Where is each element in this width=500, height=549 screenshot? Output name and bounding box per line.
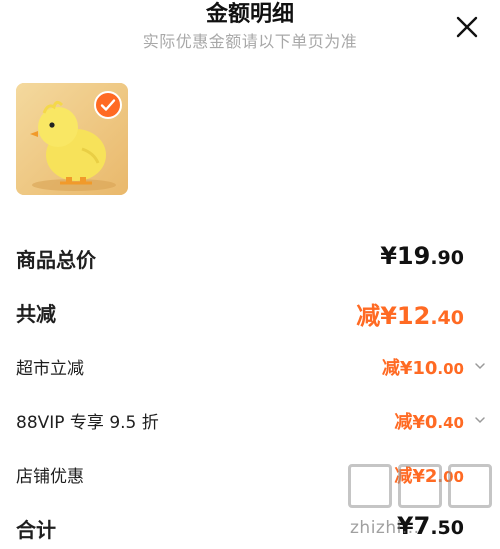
chevron-down-icon[interactable] (474, 414, 486, 426)
close-icon[interactable] (452, 12, 482, 42)
total-price-label: 商品总价 (16, 248, 96, 272)
total-discount-value: 减¥12.40 (356, 302, 464, 330)
supermarket-discount-label: 超市立减 (16, 359, 84, 379)
supermarket-discount-value: 减¥10.00 (381, 358, 464, 379)
store-discount-label: 店铺优惠 (16, 467, 84, 487)
row-supermarket-discount[interactable]: 超市立减 减¥10.00 (0, 352, 500, 382)
store-discount-value: 减¥2.00 (394, 466, 464, 487)
sheet-header: 金额明细 实际优惠金额请以下单页为准 (0, 0, 500, 60)
checkmark-icon (100, 99, 116, 111)
88vip-discount-value: 减¥0.40 (394, 412, 464, 433)
row-total-discount: 共减 减¥12.40 (0, 294, 500, 330)
selected-checkmark (94, 91, 122, 119)
88vip-discount-label: 88VIP 专享 9.5 折 (16, 413, 159, 433)
sheet-subtitle: 实际优惠金额请以下单页为准 (142, 32, 358, 51)
total-price-value: ¥19.90 (380, 242, 464, 270)
row-sum: 合计 ¥7.50 (0, 512, 500, 546)
row-store-discount[interactable]: 店铺优惠 减¥2.00 (0, 460, 500, 490)
total-discount-label: 共减 (16, 302, 56, 326)
sheet-title: 金额明细 (205, 2, 294, 27)
row-total-price: 商品总价 ¥19.90 (0, 240, 500, 276)
sum-label: 合计 (16, 518, 56, 542)
sum-value: ¥7.50 (396, 512, 464, 540)
row-88vip-discount[interactable]: 88VIP 专享 9.5 折 减¥0.40 (0, 406, 500, 436)
product-thumbnail[interactable] (16, 83, 128, 195)
chevron-down-icon[interactable] (474, 360, 486, 372)
